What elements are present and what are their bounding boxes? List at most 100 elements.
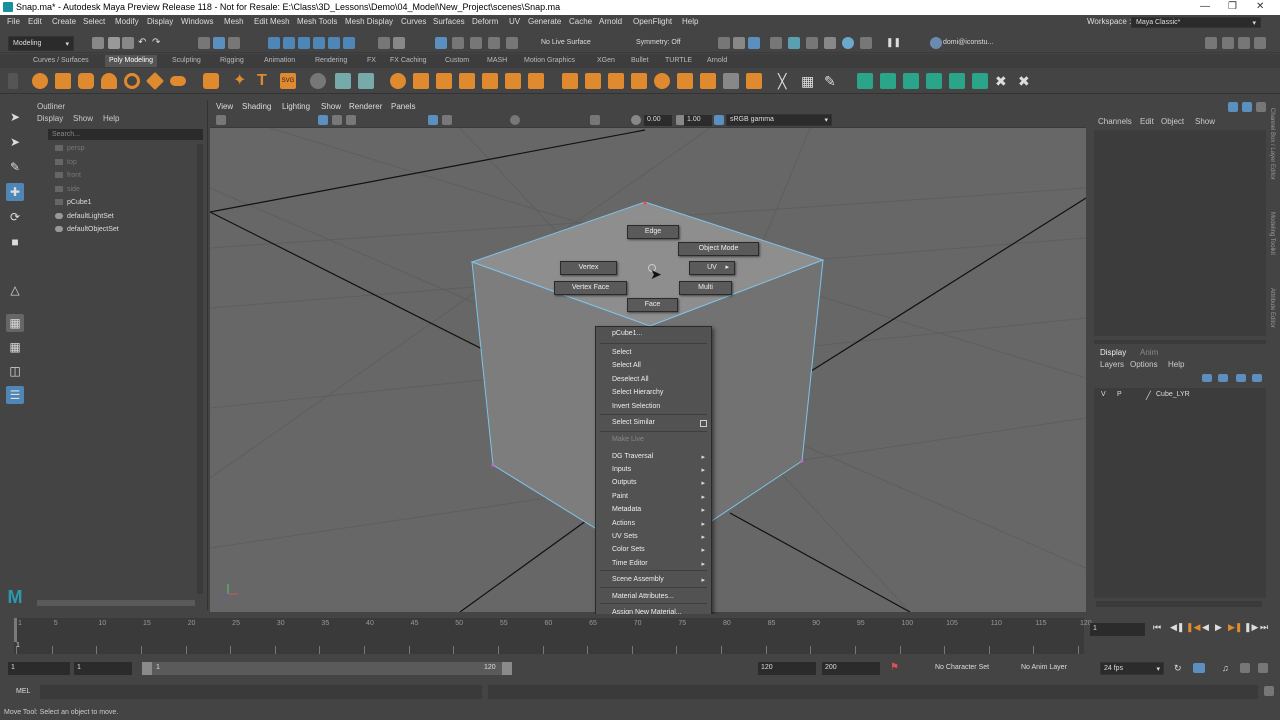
menu-surfaces[interactable]: Surfaces [433, 17, 465, 26]
menu-mesh-display[interactable]: Mesh Display [345, 17, 393, 26]
play-forward-icon[interactable]: ▶ [1215, 622, 1222, 633]
svg-icon[interactable]: SVG [280, 73, 296, 89]
arnold-render-icon[interactable] [806, 37, 818, 49]
layer-move-down-icon[interactable] [1218, 374, 1228, 382]
two-view-layout-icon[interactable]: ◫ [6, 362, 24, 380]
wireframe-icon[interactable] [318, 115, 328, 125]
outliner-menu-display[interactable]: Display [37, 114, 63, 123]
context-menu-item-invert-selection[interactable]: Invert Selection [612, 403, 660, 410]
flip-uv-icon[interactable]: ✖ [1018, 73, 1034, 89]
colorspace-dropdown[interactable]: sRGB gamma ▾ [726, 114, 832, 126]
context-menu-item-select-similar[interactable]: Select Similar [612, 419, 655, 426]
insert-edge-loop-icon[interactable]: ▦ [801, 73, 817, 89]
retopo-icon[interactable] [528, 73, 544, 89]
side-tab-channel-box[interactable]: Channel Box / Layer Editor [1269, 108, 1275, 180]
lock-icon[interactable] [393, 37, 405, 49]
xray-icon[interactable] [590, 115, 600, 125]
restore-icon[interactable]: ❐ [1228, 1, 1237, 12]
multi-cut-icon[interactable]: ╳ [778, 73, 794, 89]
auto-map-icon[interactable] [903, 73, 919, 89]
paint-select-tool-icon[interactable]: ✎ [6, 158, 24, 176]
open-scene-icon[interactable] [108, 37, 120, 49]
outliner-hscrollbar[interactable] [37, 600, 195, 606]
select-object-icon[interactable] [213, 37, 225, 49]
close-icon[interactable]: ✕ [1256, 1, 1264, 12]
shadows-icon[interactable] [442, 115, 452, 125]
shelf-tab-animation[interactable]: Animation [264, 57, 295, 64]
toggle-attribute-editor-icon[interactable] [1222, 37, 1234, 49]
context-menu-item-dg-traversal[interactable]: DG Traversal [612, 453, 653, 460]
context-menu-item-color-sets[interactable]: Color Sets [612, 546, 645, 553]
shelf-tab-turtle[interactable]: TURTLE [665, 57, 692, 64]
lasso-icon[interactable] [452, 37, 464, 49]
range-slider-track[interactable]: 1 120 [142, 662, 512, 675]
shelf-tab-rigging[interactable]: Rigging [220, 57, 244, 64]
marking-menu-edge[interactable]: Edge [627, 225, 679, 239]
select-hierarchy-icon[interactable] [198, 37, 210, 49]
magnet-icon[interactable] [435, 37, 447, 49]
workspace-dropdown[interactable]: Maya Classic* ▾ [1131, 17, 1261, 28]
step-forward-key-icon[interactable]: ❚▶ [1244, 622, 1258, 633]
outliner-scrollbar[interactable] [197, 144, 203, 594]
cache-playback-icon[interactable] [1193, 663, 1205, 673]
layer-row-cube-lyr[interactable]: V P ╱ Cube_LYR [1094, 390, 1266, 402]
menu-arnold[interactable]: Arnold [599, 17, 622, 26]
layer-playback-toggle[interactable]: P [1117, 391, 1122, 398]
context-menu-item-paint[interactable]: Paint [612, 493, 628, 500]
marking-menu-uv[interactable]: UV ▸ [689, 261, 735, 275]
menu-curves[interactable]: Curves [401, 17, 426, 26]
ipr-icon[interactable] [748, 37, 760, 49]
poly-cube-icon[interactable] [55, 73, 71, 89]
shelf-tab-bullet[interactable]: Bullet [631, 57, 649, 64]
sculpt-icon[interactable] [310, 73, 326, 89]
cb-option-icon-1[interactable] [1228, 102, 1238, 112]
menu-display[interactable]: Display [147, 17, 173, 26]
undo-icon[interactable]: ↶ [138, 37, 150, 49]
select-component-icon[interactable] [228, 37, 240, 49]
go-to-end-icon[interactable]: ⏭ [1260, 622, 1268, 633]
poly-sphere-icon[interactable] [32, 73, 48, 89]
append-icon[interactable] [631, 73, 647, 89]
four-view-layout-icon[interactable]: ▦ [6, 338, 24, 356]
marking-menu-multi[interactable]: Multi [679, 281, 732, 295]
rotate-tool-icon[interactable]: ⟳ [6, 208, 24, 226]
outliner-menu-help[interactable]: Help [103, 114, 119, 123]
context-menu-item-select[interactable]: Select [612, 349, 631, 356]
tweak-icon[interactable] [506, 37, 518, 49]
last-tool-icon[interactable]: △ [6, 281, 24, 299]
shelf-tab-motion-graphics[interactable]: Motion Graphics [524, 57, 575, 64]
menu-mesh-tools[interactable]: Mesh Tools [297, 17, 337, 26]
menu-deform[interactable]: Deform [472, 17, 498, 26]
step-forward-frame-icon[interactable]: ▶❚ [1228, 622, 1242, 633]
color-management-icon[interactable] [714, 115, 724, 125]
target-weld-icon[interactable]: ✎ [824, 73, 840, 89]
outliner-item-defaultobjectset[interactable]: defaultObjectSet [55, 226, 119, 233]
menu-create[interactable]: Create [52, 17, 76, 26]
symmetry-label[interactable]: Symmetry: Off [636, 39, 681, 46]
fill-hole-icon[interactable] [654, 73, 670, 89]
outliner-menu-show[interactable]: Show [73, 114, 93, 123]
mirror-icon[interactable] [436, 73, 452, 89]
layer-editor-divider[interactable] [1094, 340, 1266, 344]
shelf-tab-xgen[interactable]: XGen [597, 57, 615, 64]
uv-editor-icon[interactable] [857, 73, 873, 89]
exposure-icon[interactable] [631, 115, 641, 125]
gamma-field[interactable]: 1.00 [684, 115, 712, 126]
lights-icon[interactable] [428, 115, 438, 125]
menu-select[interactable]: Select [83, 17, 105, 26]
minimize-icon[interactable]: — [1200, 1, 1210, 12]
reduce-icon[interactable] [482, 73, 498, 89]
shelf-tab-fx-caching[interactable]: FX Caching [390, 57, 427, 64]
menu-edit-mesh[interactable]: Edit Mesh [254, 17, 290, 26]
viewport-menu-view[interactable]: View [216, 102, 233, 111]
viewport-menu-lighting[interactable]: Lighting [282, 102, 310, 111]
new-layer-icon[interactable] [1236, 374, 1246, 382]
poly-torus-icon[interactable] [124, 73, 140, 89]
user-account-label[interactable]: domi@iconstu... [943, 39, 993, 46]
layout-uv-icon[interactable] [949, 73, 965, 89]
channelbox-menu-channels[interactable]: Channels [1098, 117, 1132, 126]
playback-end-field[interactable]: 120 [758, 662, 816, 675]
option-box-icon[interactable] [700, 420, 707, 427]
arnold-ipr-icon[interactable] [824, 37, 836, 49]
poly-cylinder-icon[interactable] [78, 73, 94, 89]
